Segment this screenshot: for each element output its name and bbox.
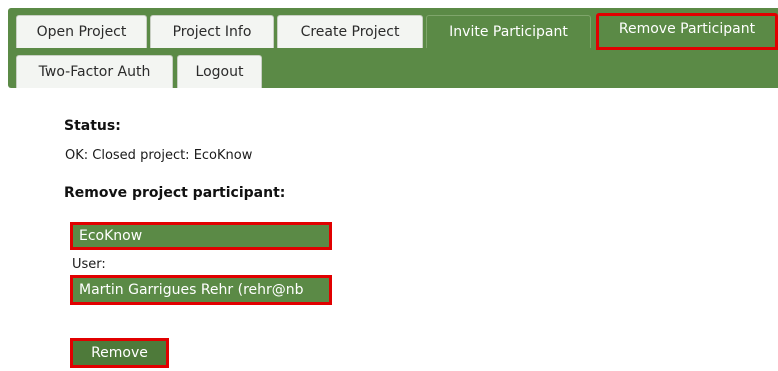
user-select[interactable]: Martin Garrigues Rehr (rehr@nb [70, 275, 332, 305]
main-content: Status: OK: Closed project: EcoKnow Remo… [64, 118, 664, 201]
remove-button[interactable]: Remove [70, 338, 169, 368]
user-label: User: [72, 257, 106, 272]
tab-create-project[interactable]: Create Project [277, 15, 423, 48]
form-heading: Remove project participant: [64, 185, 286, 201]
status-message: OK: Closed project: EcoKnow [65, 148, 253, 163]
tab-two-factor-auth[interactable]: Two-Factor Auth [16, 55, 173, 88]
tab-remove-participant[interactable]: Remove Participant [596, 13, 778, 50]
tab-invite-participant[interactable]: Invite Participant [426, 15, 591, 48]
tab-project-info[interactable]: Project Info [150, 15, 274, 48]
project-select[interactable]: EcoKnow [70, 222, 332, 250]
tab-logout[interactable]: Logout [177, 55, 262, 88]
status-heading: Status: [64, 118, 121, 134]
tab-open-project[interactable]: Open Project [16, 15, 147, 48]
